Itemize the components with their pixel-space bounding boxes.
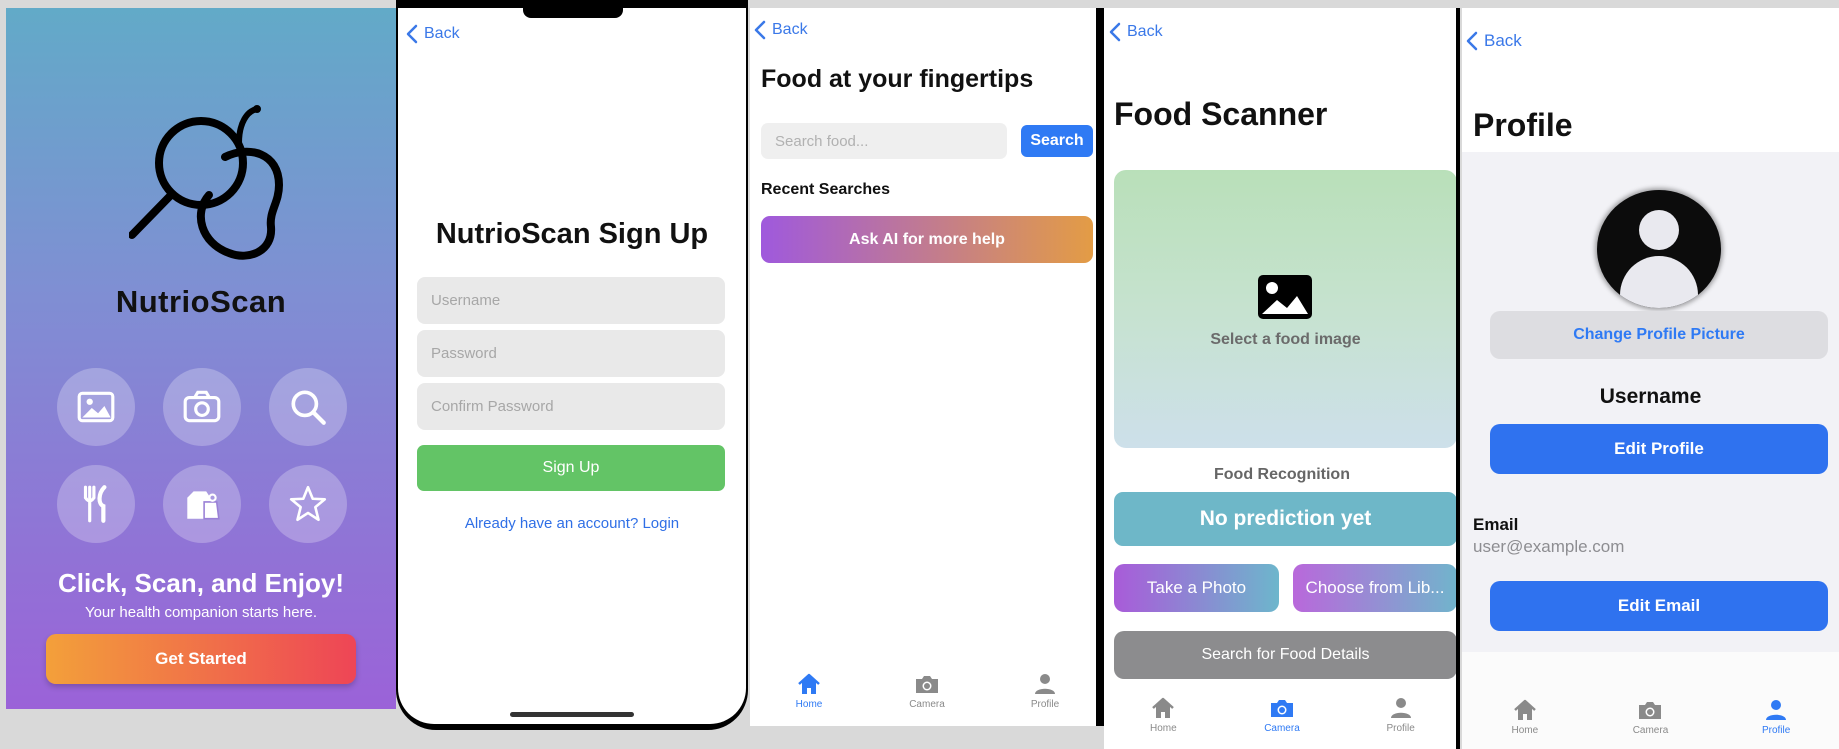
tab-camera[interactable]: Camera bbox=[1242, 696, 1322, 734]
username-display: Username bbox=[1599, 385, 1702, 408]
home-icon bbox=[1513, 699, 1536, 720]
tab-bar: Home Camera Profile bbox=[750, 672, 1104, 710]
page-title: NutrioScan Sign Up bbox=[435, 218, 709, 250]
search-food-details-button[interactable]: Search for Food Details bbox=[1114, 631, 1457, 679]
take-photo-button[interactable]: Take a Photo bbox=[1114, 564, 1279, 612]
back-button[interactable]: Back bbox=[406, 24, 460, 44]
page-title: Profile bbox=[1473, 107, 1573, 143]
tab-camera[interactable]: Camera bbox=[1610, 698, 1690, 736]
tab-label: Profile bbox=[1386, 723, 1415, 734]
back-label: Back bbox=[1127, 23, 1163, 40]
page-title: Food Scanner bbox=[1114, 96, 1328, 132]
tab-profile[interactable]: Profile bbox=[1361, 696, 1441, 734]
avatar-body-shape bbox=[1620, 256, 1698, 308]
recent-searches-heading: Recent Searches bbox=[761, 181, 890, 198]
edit-profile-button[interactable]: Edit Profile bbox=[1490, 424, 1828, 474]
camera-icon bbox=[1639, 702, 1662, 719]
camera-icon bbox=[183, 390, 221, 423]
home-search-screen: Back Food at your fingertips Search food… bbox=[750, 8, 1104, 726]
recognition-label: Food Recognition bbox=[1214, 466, 1350, 483]
tagline: Click, Scan, and Enjoy! bbox=[57, 568, 345, 598]
search-button[interactable]: Search bbox=[1021, 125, 1093, 157]
star-icon bbox=[289, 485, 327, 522]
food-scanner-screen: Back Food Scanner Select a food image Fo… bbox=[1104, 8, 1460, 749]
avatar bbox=[1597, 190, 1721, 308]
chevron-left-icon bbox=[754, 20, 766, 40]
chevron-left-icon bbox=[1109, 22, 1121, 42]
tab-label: Profile bbox=[1030, 699, 1060, 710]
tab-label: Camera bbox=[909, 699, 945, 710]
image-feature-button[interactable] bbox=[57, 368, 135, 446]
tab-bar: Home Camera Profile bbox=[1104, 696, 1460, 734]
person-icon bbox=[1390, 698, 1411, 718]
nutrioscan-logo-icon bbox=[129, 105, 284, 260]
brand-name: NutrioScan bbox=[115, 284, 287, 319]
welcome-screen: NutrioScan Click, Scan, and Enjoy! Your … bbox=[6, 8, 396, 709]
search-feature-button[interactable] bbox=[269, 368, 347, 446]
utensils-icon bbox=[83, 485, 107, 523]
sign-up-button[interactable]: Sign Up bbox=[417, 445, 725, 491]
profile-screen: Back Profile Change Profile Picture User… bbox=[1462, 8, 1839, 749]
camera-feature-button[interactable] bbox=[163, 368, 241, 446]
chevron-left-icon bbox=[406, 24, 418, 44]
edit-email-button[interactable]: Edit Email bbox=[1490, 581, 1828, 631]
home-icon bbox=[798, 673, 820, 694]
page-title: Food at your fingertips bbox=[761, 65, 1034, 93]
photo-icon bbox=[1258, 275, 1312, 319]
confirm-password-field[interactable]: Confirm Password bbox=[417, 383, 725, 430]
email-value: user@example.com bbox=[1473, 537, 1625, 556]
tab-profile[interactable]: Profile bbox=[1005, 672, 1085, 710]
utensils-feature-button[interactable] bbox=[57, 465, 135, 543]
search-input[interactable]: Search food... bbox=[761, 123, 1007, 159]
home-icon bbox=[1152, 697, 1175, 718]
choose-library-button[interactable]: Choose from Lib... bbox=[1293, 564, 1457, 612]
signup-screen: Back NutrioScan Sign Up Username Passwor… bbox=[396, 0, 748, 730]
phone-notch bbox=[523, 8, 623, 18]
tab-bar: Home Camera Profile bbox=[1462, 698, 1839, 736]
back-label: Back bbox=[424, 25, 460, 42]
tab-label: Home bbox=[795, 699, 823, 710]
back-button[interactable]: Back bbox=[1466, 31, 1522, 51]
image-icon bbox=[77, 391, 115, 423]
prediction-display: No prediction yet bbox=[1114, 492, 1457, 546]
grocery-icon bbox=[187, 491, 220, 520]
tab-home[interactable]: Home bbox=[1485, 698, 1565, 736]
back-button[interactable]: Back bbox=[754, 20, 808, 40]
avatar-head-shape bbox=[1639, 210, 1679, 250]
person-icon bbox=[1766, 700, 1787, 720]
search-icon bbox=[291, 390, 326, 425]
change-profile-picture-button[interactable]: Change Profile Picture bbox=[1490, 311, 1828, 359]
chevron-left-icon bbox=[1466, 31, 1478, 51]
tab-label: Home bbox=[1149, 723, 1177, 734]
device-edge bbox=[1456, 8, 1460, 749]
tab-label: Camera bbox=[1632, 725, 1669, 736]
back-label: Back bbox=[772, 21, 808, 38]
select-image-label: Select a food image bbox=[1210, 331, 1361, 348]
camera-icon bbox=[1270, 700, 1293, 717]
tab-camera[interactable]: Camera bbox=[887, 672, 967, 710]
tab-profile[interactable]: Profile bbox=[1736, 698, 1816, 736]
email-label: Email bbox=[1473, 515, 1519, 534]
tab-home[interactable]: Home bbox=[1123, 696, 1203, 734]
tab-label: Home bbox=[1511, 725, 1539, 736]
username-field[interactable]: Username bbox=[417, 277, 725, 324]
ask-ai-button[interactable]: Ask AI for more help bbox=[761, 216, 1093, 263]
camera-icon bbox=[916, 676, 938, 693]
back-button[interactable]: Back bbox=[1109, 22, 1163, 42]
image-picker-area[interactable]: Select a food image bbox=[1114, 170, 1457, 448]
get-started-button[interactable]: Get Started bbox=[46, 634, 356, 684]
login-link[interactable]: Already have an account? Login bbox=[398, 515, 746, 532]
person-icon bbox=[1035, 674, 1055, 694]
device-edge bbox=[1096, 8, 1104, 726]
subtitle: Your health companion starts here. bbox=[84, 604, 318, 621]
grocery-feature-button[interactable] bbox=[163, 465, 241, 543]
home-indicator bbox=[510, 712, 634, 717]
favorites-feature-button[interactable] bbox=[269, 465, 347, 543]
tab-home[interactable]: Home bbox=[769, 672, 849, 710]
tab-label: Profile bbox=[1761, 725, 1791, 736]
password-field[interactable]: Password bbox=[417, 330, 725, 377]
tab-label: Camera bbox=[1264, 723, 1300, 734]
back-label: Back bbox=[1484, 31, 1522, 50]
